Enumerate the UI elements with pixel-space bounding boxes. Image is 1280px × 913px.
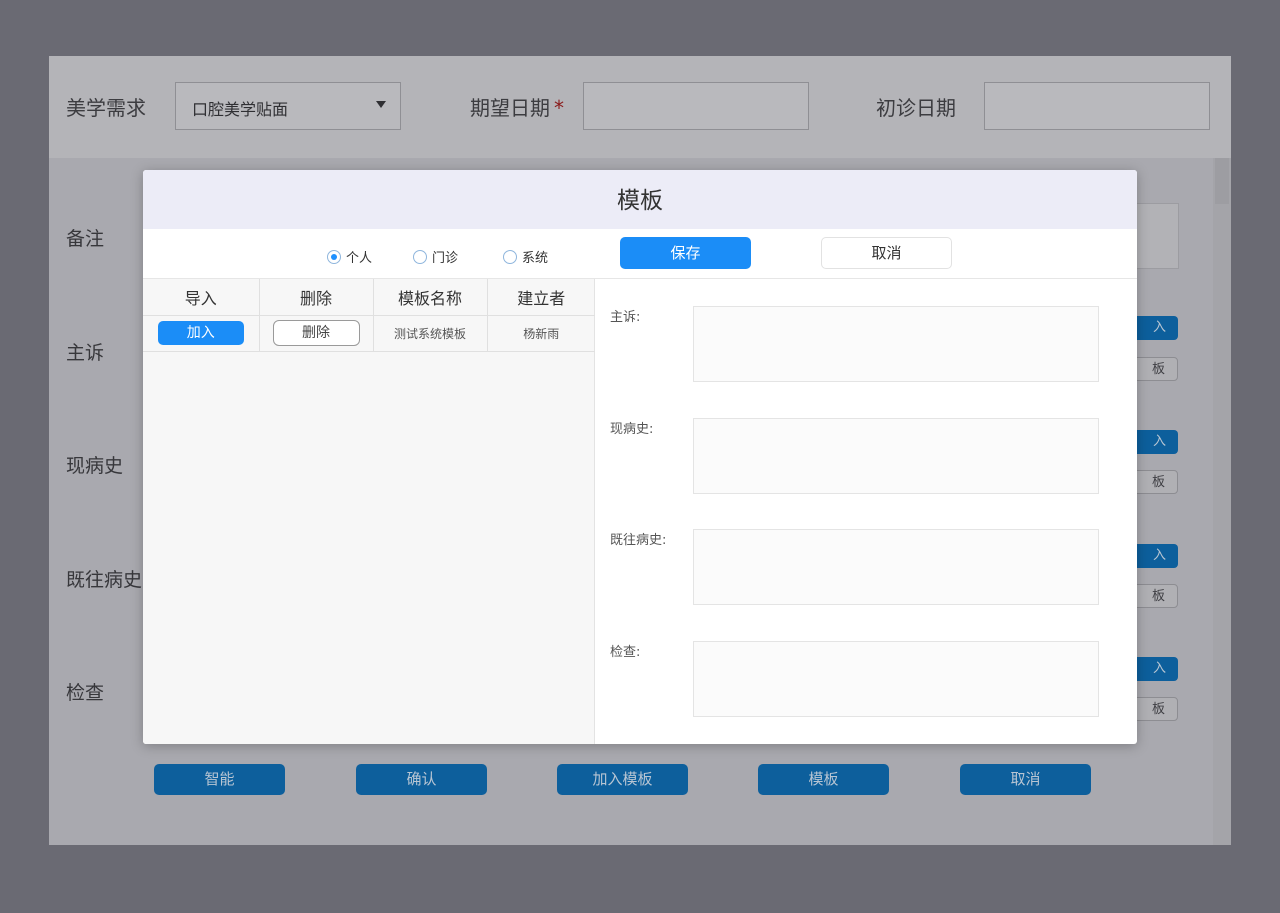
add-template-button: 加入模板 (557, 764, 688, 795)
past-history-field-label: 既往病史: (610, 533, 667, 548)
smart-button: 智能 (154, 764, 285, 795)
creator-cell: 杨新雨 (487, 315, 595, 352)
table-header-row: 导入 删除 模板名称 建立者 (143, 279, 595, 316)
template-modal: 模板 个人 门诊 系统 保存 取消 导入 删除 模板名称 建立者 加入 删除 测… (143, 170, 1137, 744)
required-mark: * (554, 96, 564, 120)
modal-title: 模板 (143, 170, 1137, 229)
radio-checked-icon (327, 249, 341, 264)
confirm-button: 确认 (356, 764, 487, 795)
column-header-creator: 建立者 (487, 279, 595, 316)
template-table: 导入 删除 模板名称 建立者 加入 删除 测试系统模板 杨新雨 (143, 279, 595, 352)
modal-toolbar: 个人 门诊 系统 保存 取消 (143, 229, 1137, 279)
past-history-label: 既往病史 (66, 569, 143, 591)
column-header-delete: 删除 (259, 279, 374, 316)
radio-unchecked-icon (413, 249, 427, 264)
background-scrollbar (1213, 158, 1231, 845)
present-illness-textarea[interactable] (693, 418, 1099, 494)
template-list-pane: 导入 删除 模板名称 建立者 加入 删除 测试系统模板 杨新雨 (143, 279, 595, 744)
chief-complaint-label: 主诉 (66, 342, 105, 364)
aesthetic-select-value: 口腔美学贴面 (192, 100, 289, 119)
present-illness-label: 现病史 (66, 455, 124, 477)
radio-system[interactable]: 系统 (503, 247, 548, 266)
first-visit-label: 初诊日期 (876, 96, 956, 120)
background-scrollbar-thumb (1215, 158, 1229, 204)
present-illness-field-label: 现病史: (610, 422, 654, 437)
cancel-button[interactable]: 取消 (821, 237, 952, 269)
examination-textarea[interactable] (693, 641, 1099, 717)
template-button: 模板 (758, 764, 889, 795)
delete-button[interactable]: 删除 (272, 320, 360, 346)
examination-field-label: 检查: (610, 645, 641, 660)
aesthetic-label: 美学需求 (66, 96, 146, 120)
import-cell: 加入 (143, 315, 260, 352)
modal-content: 导入 删除 模板名称 建立者 加入 删除 测试系统模板 杨新雨 主诉: 现病史:… (143, 279, 1137, 744)
examination-label: 检查 (66, 682, 105, 704)
table-row: 加入 删除 测试系统模板 杨新雨 (143, 315, 595, 352)
template-detail-pane: 主诉: 现病史: 既往病史: 检查: (596, 279, 1137, 744)
chief-complaint-textarea[interactable] (693, 306, 1099, 382)
column-header-name: 模板名称 (373, 279, 488, 316)
background-top-bar: 美学需求 口腔美学贴面 期望日期 * 初诊日期 (49, 56, 1231, 158)
past-history-textarea[interactable] (693, 529, 1099, 605)
radio-clinic[interactable]: 门诊 (413, 247, 458, 266)
radio-personal-label: 个人 (346, 251, 373, 266)
remark-label: 备注 (66, 228, 105, 250)
radio-clinic-label: 门诊 (432, 251, 459, 266)
save-button[interactable]: 保存 (620, 237, 751, 269)
expected-date-input (583, 82, 809, 130)
background-cancel-button: 取消 (960, 764, 1091, 795)
import-button[interactable]: 加入 (157, 321, 244, 345)
first-visit-input (984, 82, 1210, 130)
chevron-down-icon (376, 101, 386, 108)
radio-system-label: 系统 (522, 251, 549, 266)
expected-date-label: 期望日期 * (470, 96, 564, 120)
radio-personal[interactable]: 个人 (327, 247, 372, 266)
radio-unchecked-icon (503, 249, 517, 264)
chief-complaint-field-label: 主诉: (610, 310, 641, 325)
column-header-import: 导入 (143, 279, 260, 316)
aesthetic-select: 口腔美学贴面 (175, 82, 401, 130)
delete-cell: 删除 (259, 315, 374, 352)
template-name-cell: 测试系统模板 (373, 315, 488, 352)
